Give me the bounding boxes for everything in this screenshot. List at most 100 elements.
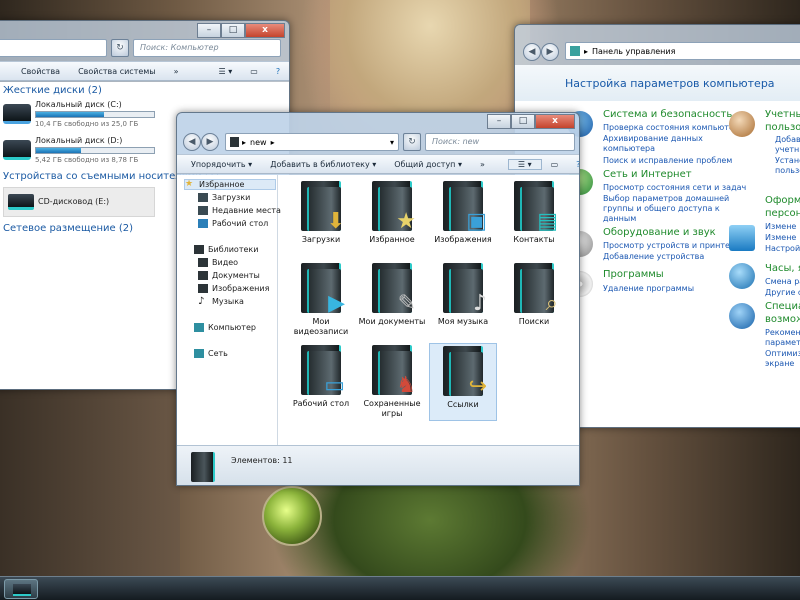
explorer-address-bar[interactable]: ▸ new ▸ ▾ [225,133,399,151]
toolbar-more-button[interactable]: » [165,67,188,76]
folder-searches[interactable]: ⌕ Поиски [500,261,568,339]
folder-favorites[interactable]: ★ Избранное [358,179,426,257]
cp-right-3-title[interactable]: Специал [765,301,800,312]
cp-category-2-link-0[interactable]: Просмотр устройств и принтеров [603,241,745,250]
cp-category-0-link-0[interactable]: Проверка состояния компьютера [603,123,744,132]
cp-right-1-link-0[interactable]: Измене [765,222,796,231]
folder-saved-games[interactable]: ♞ Сохраненные игры [358,343,426,421]
preview-pane-icon[interactable]: ▭ [241,67,267,76]
nav-computer[interactable]: Компьютер [194,323,256,332]
properties-button[interactable]: Свойства [0,67,69,76]
cp-right-3-link-0[interactable]: Рекоменд [765,328,800,337]
folder-contacts[interactable]: ▤ Контакты [500,179,568,257]
minimize-button[interactable]: – [487,114,511,129]
back-icon[interactable]: ◀ [183,133,201,151]
explorer-breadcrumb[interactable]: new [250,138,267,147]
folder-images[interactable]: ▣ Изображения [429,179,497,257]
cp-category-0-title[interactable]: Система и безопасность [603,109,732,120]
cp-right-3-link-3[interactable]: экране [765,359,794,368]
organize-menu[interactable]: Упорядочить ▾ [177,160,261,169]
control-panel-address-bar[interactable]: ▸ Панель управления [565,42,800,60]
toolbar-more-button[interactable]: » [471,160,494,169]
maximize-button[interactable]: □ [221,23,245,38]
cp-right-0-link-3[interactable]: пользо [775,166,800,175]
cp-right-0-link-2[interactable]: Устано [775,156,800,165]
explorer-search-input[interactable]: Поиск: new [425,133,575,151]
cp-category-1-title[interactable]: Сеть и Интернет [603,169,692,180]
cp-right-0-title[interactable]: Учетны [765,109,800,120]
cp-right-1-link-1[interactable]: Измене [765,233,796,242]
view-options-icon[interactable]: ☰ ▾ [210,67,242,76]
folder-documents[interactable]: ✎ Мои документы [358,261,426,339]
computer-search-input[interactable]: Поиск: Компьютер [133,39,281,57]
view-options-icon[interactable]: ☰ ▾ [507,158,542,170]
cp-right-3-title2[interactable]: возмож [765,314,800,325]
close-button[interactable]: x [245,23,285,38]
refresh-icon[interactable]: ↻ [111,39,129,57]
help-icon[interactable]: ? [267,67,289,76]
cp-category-1-link-2[interactable]: группы и общего доступа к [603,204,720,213]
nav-network[interactable]: Сеть [194,349,228,358]
folder-downloads[interactable]: ⬇ Загрузки [287,179,355,257]
nav-recent[interactable]: Недавние места [198,206,281,215]
cp-right-1-link-2[interactable]: Настрой [765,244,800,253]
nav-libraries[interactable]: Библиотеки [194,245,258,254]
cp-right-1-title[interactable]: Оформл [765,195,800,206]
network-header[interactable]: Сетевое размещение (2) [3,223,133,234]
folder-music[interactable]: ♪ Моя музыка [429,261,497,339]
cp-right-2-link-1[interactable]: Другие ст [765,288,800,297]
nav-images[interactable]: Изображения [198,284,269,293]
nav-downloads[interactable]: Загрузки [198,193,250,202]
nav-music[interactable]: ♪ Музыка [198,297,244,307]
cp-right-0-link-0[interactable]: Добавл [775,135,800,144]
accessibility-icon[interactable] [729,303,755,329]
share-menu[interactable]: Общий доступ ▾ [385,160,471,169]
cp-category-0-link-1[interactable]: Архивирование данных [603,134,703,143]
drive-d[interactable]: Локальный диск (D:) 5,42 ГБ свободно из … [3,136,173,168]
drive-c[interactable]: Локальный диск (C:) 10,4 ГБ свободно из … [3,100,173,132]
nav-favorites[interactable]: ★ Избранное [184,179,276,190]
forward-icon[interactable]: ▶ [541,43,559,61]
help-icon[interactable]: ? [567,160,579,169]
folder-videos[interactable]: ▶ Мои видеозаписи [287,261,355,339]
taskbar-explorer-button[interactable] [4,579,38,599]
maximize-button[interactable]: □ [511,114,535,129]
computer-address-bar[interactable] [0,39,107,57]
folder-desktop[interactable]: ▭ Рабочий стол [287,343,355,421]
cp-right-3-link-2[interactable]: Оптимиза [765,349,800,358]
cd-drive[interactable]: CD-дисковод (E:) [3,187,155,217]
close-button[interactable]: x [535,114,575,129]
cp-category-1-link-1[interactable]: Выбор параметров домашней [603,194,729,203]
address-dropdown-icon[interactable]: ▾ [390,138,394,147]
cp-category-1-link-0[interactable]: Просмотр состояния сети и задач [603,183,746,192]
cp-category-2-title[interactable]: Оборудование и звук [603,227,716,238]
cp-right-0-link-1[interactable]: учетны [775,145,800,154]
system-properties-button[interactable]: Свойства системы [69,67,165,76]
folder-links[interactable]: ↪ Ссылки [429,343,497,421]
cp-right-3-link-1[interactable]: параметр [765,338,800,347]
cp-right-2-title[interactable]: Часы, яз [765,263,800,274]
forward-icon[interactable]: ▶ [201,133,219,151]
control-panel-titlebar[interactable] [515,25,800,41]
back-icon[interactable]: ◀ [523,43,541,61]
cp-category-3-title[interactable]: Программы [603,269,664,280]
hard-disks-header[interactable]: Жесткие диски (2) [3,85,102,96]
cp-category-1-link-3[interactable]: данным [603,214,636,223]
explorer-titlebar[interactable]: – □ x [177,113,579,131]
cp-category-3-link-0[interactable]: Удаление программы [603,284,694,293]
cp-category-0-link-3[interactable]: Поиск и исправление проблем [603,156,732,165]
nav-desktop[interactable]: Рабочий стол [198,219,268,228]
clock-globe-icon[interactable] [729,263,755,289]
cp-category-0-link-2[interactable]: компьютера [603,144,655,153]
cp-right-1-title2[interactable]: персона [765,208,800,219]
cp-right-0-title2[interactable]: пользов [765,122,800,133]
add-to-library-menu[interactable]: Добавить в библиотеку ▾ [261,160,385,169]
cp-category-2-link-1[interactable]: Добавление устройства [603,252,704,261]
cp-right-2-link-0[interactable]: Смена ра [765,277,800,286]
refresh-icon[interactable]: ↻ [403,133,421,151]
nav-documents[interactable]: Документы [198,271,260,280]
personalization-monitor-icon[interactable] [729,225,755,251]
preview-pane-icon[interactable]: ▭ [542,160,568,169]
control-panel-breadcrumb[interactable]: Панель управления [592,47,675,56]
user-accounts-icon[interactable] [729,111,755,137]
